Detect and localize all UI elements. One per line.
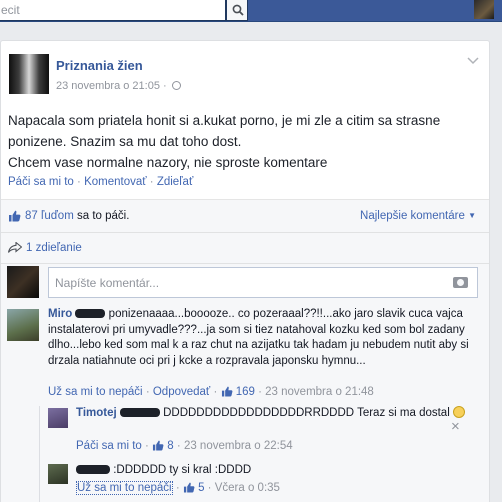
smile-emoji-icon	[452, 406, 465, 418]
reply-date[interactable]: 23 novembra o 22:54	[184, 440, 293, 452]
separator-dot: ·	[176, 440, 181, 452]
comment-like-count[interactable]: 169	[236, 386, 255, 398]
redacted-scribble	[119, 408, 160, 417]
thumbs-up-icon	[183, 482, 195, 493]
reply-link[interactable]: Odpovedať	[153, 386, 210, 398]
separator-dot: ·	[145, 440, 149, 452]
post-timestamp[interactable]: 23 novembra o 21:05 ·	[56, 80, 181, 92]
chevron-down-icon[interactable]	[467, 57, 479, 65]
thumbs-up-icon	[221, 386, 232, 397]
thumbs-up-icon	[153, 440, 164, 451]
shares-count-link[interactable]: 1 zdieľanie	[26, 242, 82, 254]
commenter-avatar[interactable]	[48, 464, 68, 484]
comment-link[interactable]: Komentovať	[84, 176, 147, 188]
like-link[interactable]: Páči sa mi to	[76, 440, 142, 452]
shares-row: 1 zdieľanie	[1, 233, 489, 264]
reply-meta: Páči sa mi to · 8 · 23 novembra o 22:54	[76, 440, 293, 452]
profile-avatar[interactable]	[474, 0, 494, 19]
commenter-avatar[interactable]	[7, 309, 39, 341]
commenter-avatar[interactable]	[48, 408, 68, 428]
commenter-name[interactable]: Timotej	[76, 407, 117, 419]
share-link[interactable]: Zdieľať	[157, 176, 193, 188]
feedback-section: 87 ľuďom sa to páči. Najlepšie komentáre…	[1, 199, 489, 502]
post-actions: Páči sa mi to · Komentovať · Zdieľať	[8, 176, 193, 188]
likes-summary: 87 ľuďom sa to páči.	[25, 210, 129, 222]
comment-text: ponizenaaaa...booooze.. co pozeraaal??!!…	[48, 308, 469, 367]
comment-body: Miro ponizenaaaa...booooze.. co pozeraaa…	[48, 307, 473, 369]
search-placeholder: ecit	[1, 3, 20, 17]
likes-row: 87 ľuďom sa to páči. Najlepšie komentáre…	[1, 200, 489, 233]
comment-meta: Už sa mi to nepáči · Odpovedať · 169 · 2…	[48, 386, 374, 398]
reply-body: :DDDDDD ty si kral :DDDD	[76, 463, 446, 479]
reply-body: Timotej DDDDDDDDDDDDDDDDDRRDDDD Teraz si…	[76, 406, 471, 422]
like-link[interactable]: Páči sa mi to	[8, 176, 74, 188]
separator-dot: ·	[149, 176, 154, 188]
comment-input[interactable]: Napíšte komentár...	[48, 267, 478, 298]
reply-text: DDDDDDDDDDDDDDDDDRRDDDD Teraz si ma dost…	[159, 407, 450, 419]
search-icon	[232, 4, 244, 16]
reply-like-count[interactable]: 5	[198, 482, 204, 494]
share-arrow-icon	[8, 242, 22, 253]
caret-down-icon: ▼	[468, 211, 476, 220]
comment-order-dropdown[interactable]: Najlepšie komentáre ▼	[360, 210, 476, 222]
separator-dot: ·	[207, 482, 212, 494]
redacted-scribble	[76, 465, 110, 474]
reply-text: :DDDDDD ty si kral :DDDD	[110, 464, 252, 476]
reply-thread-line	[39, 406, 40, 502]
top-navigation-bar: ecit	[0, 0, 502, 22]
thumbs-up-icon	[9, 210, 21, 222]
post-body: Napacala som priatela honit si a.kukat p…	[8, 110, 478, 173]
comment-order-label: Najlepšie komentáre	[360, 210, 465, 222]
separator-dot: ·	[213, 386, 218, 398]
search-button[interactable]	[226, 0, 248, 21]
separator-dot: ·	[175, 482, 180, 494]
reply-meta: Už sa mi to nepáči · 5 · Včera o 0:35	[76, 481, 280, 495]
close-icon[interactable]: ×	[451, 418, 460, 435]
post-text-line: ponizene. Snazim sa mu dat toho dost.	[8, 134, 242, 149]
post-card: Priznania žien 23 novembra o 21:05 · Nap…	[0, 40, 490, 502]
post-text-line: Chcem vase normalne nazory, nie sproste …	[8, 155, 328, 170]
camera-icon[interactable]	[453, 277, 468, 288]
page-name-link[interactable]: Priznania žien	[56, 58, 143, 73]
redacted-scribble	[75, 309, 106, 318]
likes-count-link[interactable]: 87 ľuďom	[25, 210, 74, 222]
separator-dot: ·	[77, 176, 81, 188]
likes-suffix: sa to páči.	[73, 210, 130, 222]
comment-date[interactable]: 23 novembra o 21:48	[265, 386, 374, 398]
reply-like-count[interactable]: 8	[167, 440, 173, 452]
unlike-link[interactable]: Už sa mi to nepáči	[48, 386, 143, 398]
post-text-line: Napacala som priatela honit si a.kukat p…	[8, 113, 441, 128]
reply-date[interactable]: Včera o 0:35	[215, 482, 280, 494]
unlike-link[interactable]: Už sa mi to nepáči	[76, 481, 173, 495]
current-user-avatar	[7, 266, 39, 298]
search-input[interactable]: ecit	[0, 0, 226, 21]
globe-icon	[171, 81, 181, 90]
separator-dot: ·	[258, 386, 262, 398]
page-avatar[interactable]	[9, 54, 49, 94]
comment-placeholder: Napíšte komentár...	[55, 276, 160, 290]
commenter-name[interactable]: Miro	[48, 308, 72, 320]
separator-dot: ·	[145, 386, 150, 398]
post-date-text: 23 novembra o 21:05 ·	[56, 80, 167, 92]
